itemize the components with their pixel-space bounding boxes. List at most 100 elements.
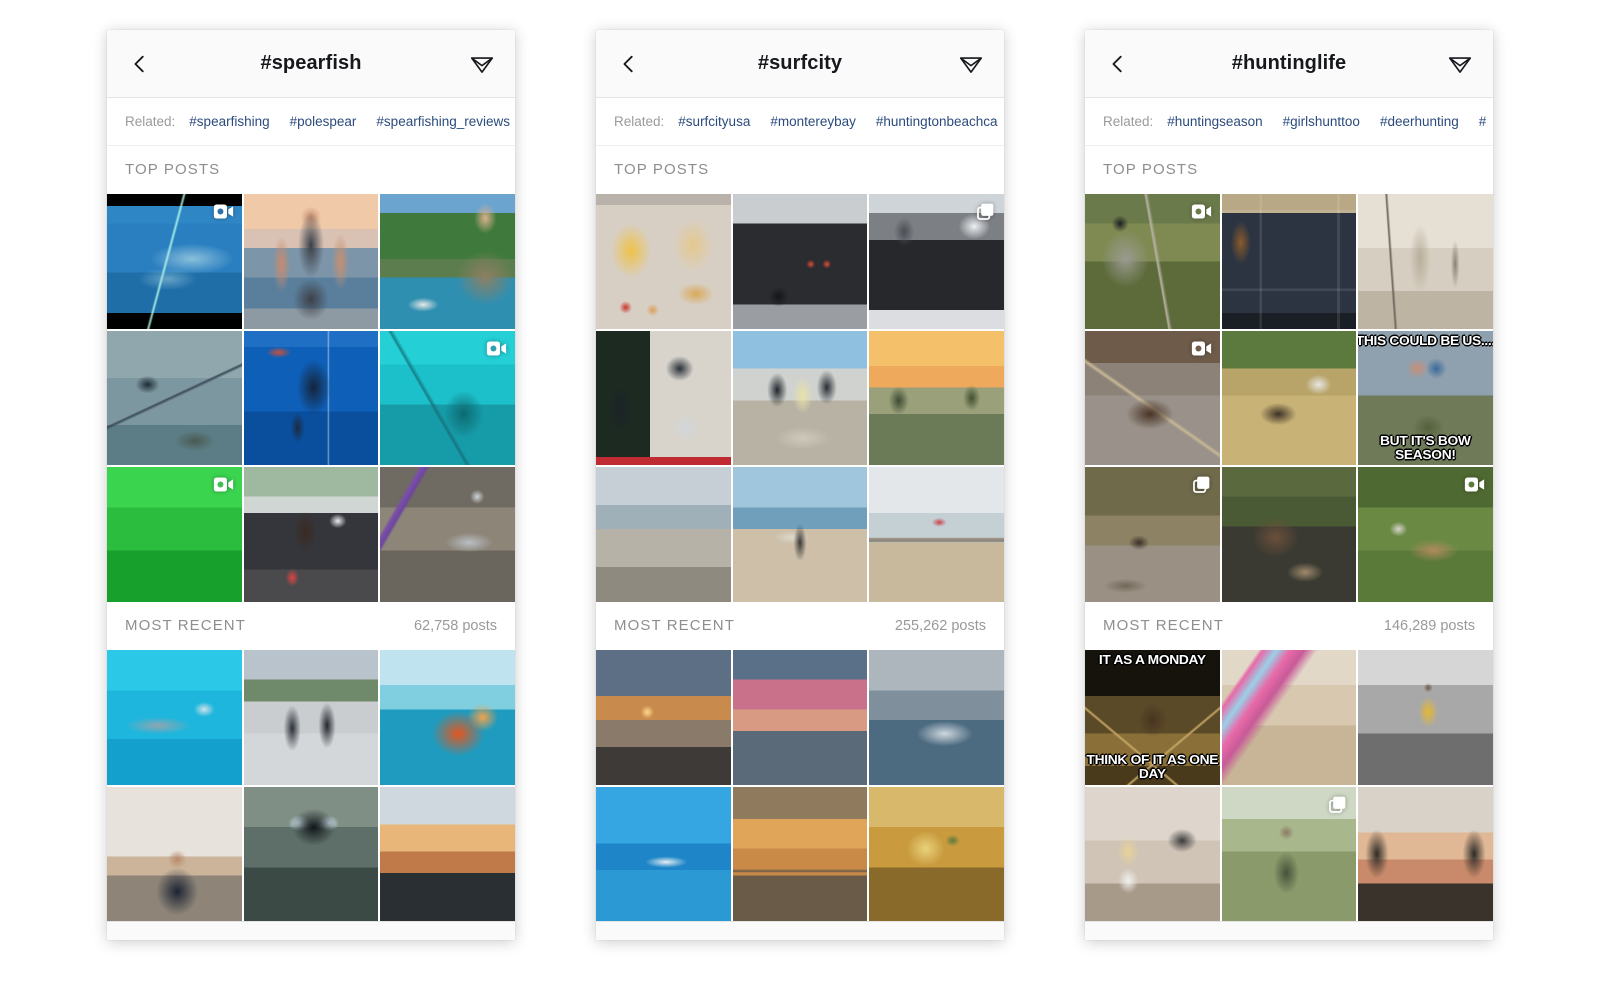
add-post-icon[interactable] [827, 930, 871, 940]
meme-caption-bottom: BUT IT'S BOW SEASON! [1380, 433, 1471, 462]
add-post-icon[interactable] [338, 930, 382, 940]
related-hashtag[interactable]: #spearfishing [189, 114, 269, 129]
post-thumbnail[interactable] [107, 194, 242, 329]
post-count: 62,758 posts [413, 617, 497, 634]
video-icon [486, 338, 507, 359]
post-thumbnail[interactable] [596, 786, 731, 922]
post-thumbnail[interactable] [869, 467, 1004, 603]
multi-post-icon [975, 201, 996, 222]
post-thumbnail[interactable] [1085, 786, 1220, 922]
related-hashtag[interactable]: #montereybay [770, 114, 856, 129]
navbar: #surfcity [596, 30, 1004, 98]
related-hashtag[interactable]: #girlshunttoo [1283, 114, 1360, 129]
post-thumbnail[interactable] [1221, 330, 1357, 466]
chevron-left-icon[interactable] [125, 49, 155, 79]
post-thumbnail[interactable] [596, 467, 731, 603]
chevron-left-icon[interactable] [614, 49, 644, 79]
post-thumbnail[interactable] [243, 330, 379, 466]
direct-share-icon[interactable] [1445, 49, 1475, 79]
related-hashtag[interactable]: #huntingseason [1167, 114, 1262, 129]
post-thumbnail[interactable] [596, 194, 731, 329]
post-thumbnail[interactable] [107, 330, 242, 466]
post-thumbnail[interactable] [1085, 330, 1220, 466]
post-thumbnail[interactable] [107, 650, 242, 785]
direct-share-icon[interactable] [956, 49, 986, 79]
related-hashtag[interactable]: #surfcityusa [678, 114, 750, 129]
related-hashtags-bar[interactable]: Related: #surfcityusa #montereybay #hunt… [596, 98, 1004, 146]
home-icon[interactable] [633, 930, 677, 940]
top-posts-header: TOP POSTS [596, 146, 1004, 194]
related-hashtag[interactable]: #polespear [290, 114, 357, 129]
video-icon [213, 474, 234, 495]
navbar: #spearfish [107, 30, 515, 98]
post-thumbnail[interactable] [1358, 786, 1493, 922]
post-thumbnail[interactable] [1221, 194, 1357, 329]
post-thumbnail[interactable] [380, 786, 515, 922]
related-hashtags-bar[interactable]: Related: #spearfishing #polespear #spear… [107, 98, 515, 146]
section-title: MOST RECENT [1103, 617, 1224, 635]
search-icon[interactable] [730, 930, 774, 940]
post-thumbnail[interactable] [1358, 467, 1493, 603]
related-hashtag[interactable]: #spearfishing_reviews [376, 114, 510, 129]
related-hashtags-bar[interactable]: Related: #huntingseason #girlshunttoo #d… [1085, 98, 1493, 146]
chevron-left-icon[interactable] [1103, 49, 1133, 79]
top-posts-grid: THIS COULD BE US.... BUT IT'S BOW SEASON… [1085, 194, 1493, 603]
post-thumbnail[interactable] [243, 650, 379, 785]
most-recent-header: MOST RECENT 255,262 posts [596, 602, 1004, 651]
activity-heart-icon[interactable] [924, 930, 968, 940]
post-thumbnail[interactable]: THIS COULD BE US.... BUT IT'S BOW SEASON… [1358, 330, 1493, 466]
post-thumbnail[interactable] [243, 786, 379, 922]
tabbar [1085, 921, 1493, 940]
post-thumbnail[interactable] [732, 786, 868, 922]
meme-caption-bottom: THINK OF IT AS ONE DAY [1086, 752, 1219, 782]
related-label: Related: [125, 114, 176, 129]
activity-heart-icon[interactable] [435, 930, 479, 940]
related-hashtag[interactable]: #deerhunting [1380, 114, 1459, 129]
phone-screen-spearfish: #spearfish Related: #spearfishing #poles… [107, 30, 515, 940]
activity-heart-icon[interactable] [1413, 930, 1457, 940]
post-count: 146,289 posts [1383, 617, 1475, 634]
post-thumbnail[interactable] [869, 786, 1004, 922]
post-thumbnail[interactable] [732, 194, 868, 329]
post-thumbnail[interactable] [380, 467, 515, 603]
post-thumbnail[interactable] [380, 330, 515, 466]
related-hashtag[interactable]: #huntingtonbeachca [876, 114, 998, 129]
home-icon[interactable] [1122, 930, 1166, 940]
related-label: Related: [614, 114, 665, 129]
post-thumbnail[interactable] [107, 467, 242, 603]
post-thumbnail[interactable] [1085, 467, 1220, 603]
top-posts-header: TOP POSTS [1085, 146, 1493, 194]
post-thumbnail[interactable] [732, 467, 868, 603]
video-icon [1191, 201, 1212, 222]
section-title: TOP POSTS [125, 161, 221, 178]
direct-share-icon[interactable] [467, 49, 497, 79]
post-thumbnail[interactable] [869, 650, 1004, 785]
search-icon[interactable] [1219, 930, 1263, 940]
post-thumbnail[interactable] [1221, 786, 1357, 922]
related-hashtag[interactable]: # [1479, 114, 1487, 129]
post-thumbnail[interactable] [869, 194, 1004, 329]
search-icon[interactable] [241, 930, 285, 940]
post-thumbnail[interactable] [380, 650, 515, 785]
post-thumbnail[interactable] [107, 786, 242, 922]
post-thumbnail[interactable] [596, 330, 731, 466]
post-thumbnail[interactable] [1221, 650, 1357, 785]
page-title: #spearfish [260, 52, 362, 74]
post-thumbnail[interactable]: IT AS A MONDAY THINK OF IT AS ONE DAY [1085, 650, 1220, 785]
post-thumbnail[interactable] [732, 330, 868, 466]
post-thumbnail[interactable] [243, 467, 379, 603]
home-icon[interactable] [144, 930, 188, 940]
post-thumbnail[interactable] [243, 194, 379, 329]
post-thumbnail[interactable] [869, 330, 1004, 466]
post-thumbnail[interactable] [1358, 194, 1493, 329]
post-thumbnail[interactable] [380, 194, 515, 329]
post-thumbnail[interactable] [732, 650, 868, 785]
add-post-icon[interactable] [1316, 930, 1360, 940]
video-icon [1191, 338, 1212, 359]
post-thumbnail[interactable] [1085, 194, 1220, 329]
post-thumbnail[interactable] [596, 650, 731, 785]
post-thumbnail[interactable] [1221, 467, 1357, 603]
top-posts-grid [107, 194, 515, 603]
most-recent-header: MOST RECENT 62,758 posts [107, 602, 515, 651]
post-thumbnail[interactable] [1358, 650, 1493, 785]
